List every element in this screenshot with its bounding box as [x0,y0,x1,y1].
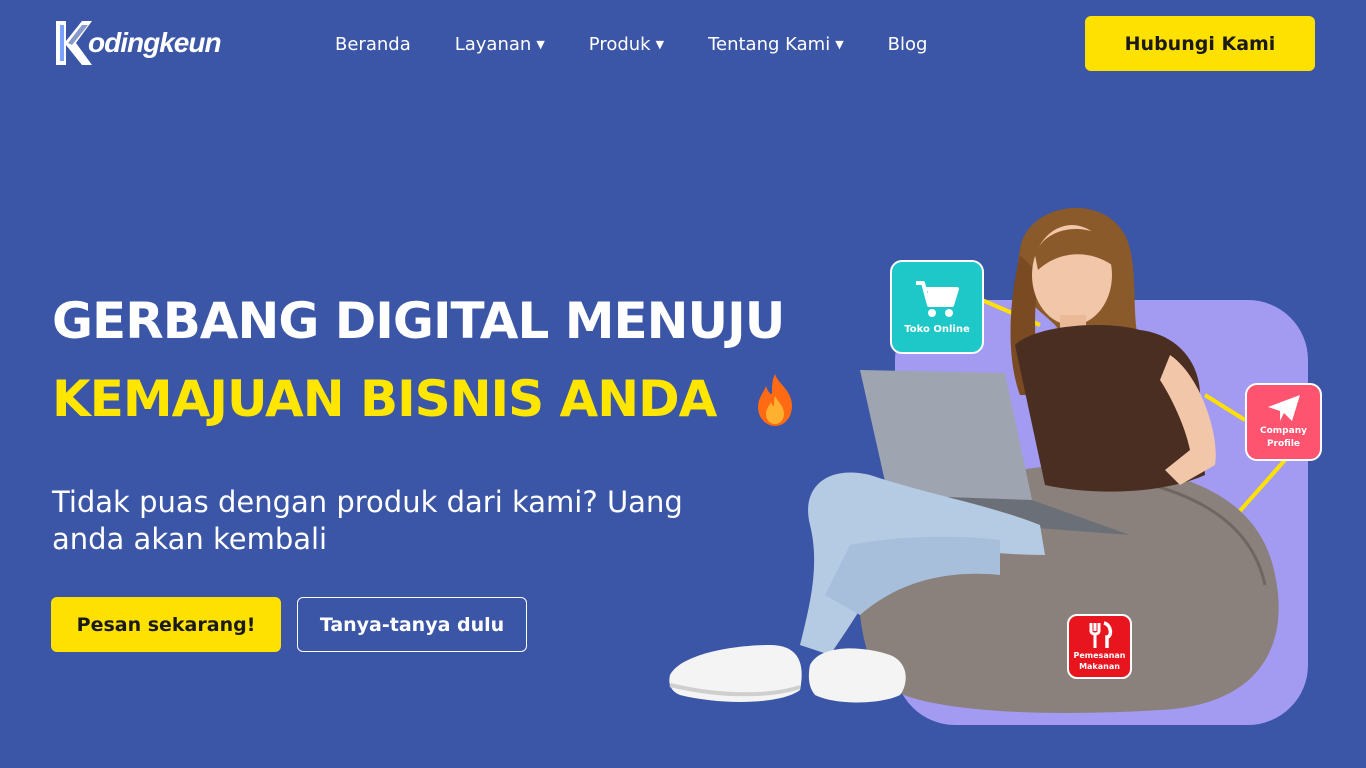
toko-online-tile[interactable]: Toko Online [890,260,984,354]
contact-us-button[interactable]: Hubungi Kami [1085,16,1315,71]
k-logo-icon [56,21,92,65]
tile-label: Toko Online [904,323,970,335]
hero-subtitle: Tidak puas dengan produk dari kami? Uang… [52,485,683,556]
nav-item-layanan[interactable]: Layanan ▼ [455,34,545,55]
pemesanan-makanan-tile[interactable]: Pemesanan Makanan [1067,614,1132,679]
caret-down-icon: ▼ [835,37,844,51]
brand-logo[interactable]: odingkeun [52,18,222,68]
main-nav: Beranda Layanan ▼ Produk ▼ Tentang Kami … [335,32,927,56]
company-profile-tile[interactable]: Company Profile [1245,383,1322,461]
hero-illustration [669,207,1308,725]
cart-icon [916,280,959,317]
paper-plane-icon [1267,395,1300,421]
tile-label: Company Profile [1260,426,1307,449]
nav-item-label: Produk [588,33,651,55]
order-now-button[interactable]: Pesan sekarang! [51,597,281,652]
nav-item-blog[interactable]: Blog [888,34,928,55]
nav-item-label: Layanan [454,33,532,55]
nav-item-produk[interactable]: Produk ▼ [589,34,664,55]
nav-item-tentang-kami[interactable]: Tentang Kami ▼ [708,34,844,55]
caret-down-icon: ▼ [536,37,545,51]
hero-title-line2: KEMAJUAN BISNIS ANDA [52,370,717,428]
nav-item-label: Tentang Kami [708,33,831,55]
brand-name: odingkeun [88,27,222,58]
tile-label: Pemesanan Makanan [1073,651,1126,671]
sneaker-right [808,648,906,703]
utensils-icon [1089,621,1112,648]
ask-first-button[interactable]: Tanya-tanya dulu [297,597,527,652]
caret-down-icon: ▼ [655,37,665,51]
nav-item-beranda[interactable]: Beranda [335,34,411,55]
nav-item-label: Beranda [335,33,411,55]
nav-item-label: Blog [887,33,928,55]
